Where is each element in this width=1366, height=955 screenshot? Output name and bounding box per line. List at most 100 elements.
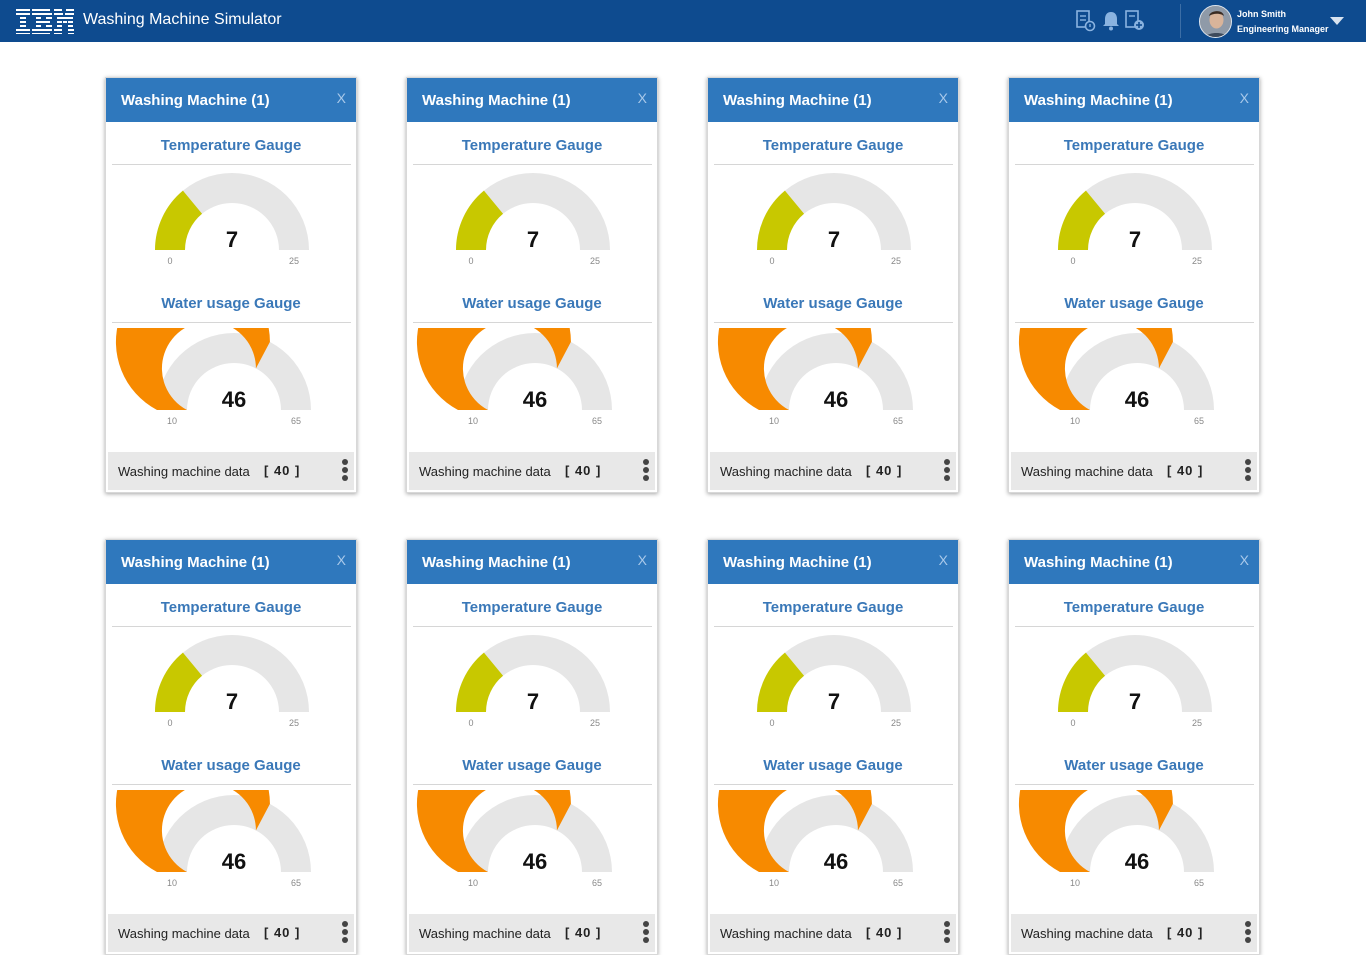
water-gauge-value: 46 bbox=[222, 387, 246, 412]
user-name: John Smith bbox=[1237, 9, 1286, 19]
water-gauge-min: 10 bbox=[1070, 416, 1080, 426]
water-gauge-max: 65 bbox=[291, 878, 301, 888]
card-header: Washing Machine (1) X bbox=[407, 78, 657, 122]
washing-machine-card: Washing Machine (1) X Temperature Gauge … bbox=[707, 539, 959, 955]
divider bbox=[112, 784, 351, 785]
card-footer: Washing machine data [ 40 ] bbox=[409, 452, 655, 490]
water-gauge: 46 10 65 bbox=[1019, 790, 1214, 888]
footer-label: Washing machine data bbox=[419, 464, 551, 479]
water-gauge-max: 65 bbox=[592, 416, 602, 426]
footer-label: Washing machine data bbox=[118, 926, 250, 941]
temperature-gauge-max: 25 bbox=[590, 256, 600, 266]
footer-label: Washing machine data bbox=[1021, 926, 1153, 941]
footer-label: Washing machine data bbox=[720, 464, 852, 479]
divider bbox=[1015, 164, 1254, 165]
close-button[interactable]: X bbox=[638, 552, 647, 568]
temperature-gauge: 7 0 25 bbox=[456, 635, 610, 728]
temperature-gauge-value: 7 bbox=[527, 227, 539, 252]
user-role: Engineering Manager bbox=[1237, 24, 1329, 34]
card-title: Washing Machine (1) bbox=[422, 92, 571, 109]
water-gauge: 46 10 65 bbox=[116, 328, 311, 426]
water-gauge-title: Water usage Gauge bbox=[161, 295, 301, 312]
app-title: Washing Machine Simulator bbox=[83, 11, 282, 28]
temperature-gauge-max: 25 bbox=[1192, 718, 1202, 728]
temperature-gauge-title: Temperature Gauge bbox=[762, 137, 904, 154]
water-gauge-min: 10 bbox=[167, 878, 177, 888]
temperature-gauge-max: 25 bbox=[1192, 256, 1202, 266]
water-gauge-max: 65 bbox=[893, 416, 903, 426]
card-header: Washing Machine (1) X bbox=[1009, 78, 1259, 122]
temperature-gauge-min: 0 bbox=[167, 256, 172, 266]
footer-value: [ 40 ] bbox=[1167, 925, 1204, 940]
washing-machine-card: Washing Machine (1) X Temperature Gauge … bbox=[105, 539, 357, 955]
close-button[interactable]: X bbox=[1240, 552, 1249, 568]
avatar[interactable] bbox=[1199, 5, 1232, 38]
card-title: Washing Machine (1) bbox=[1024, 554, 1173, 571]
water-gauge-min: 10 bbox=[468, 416, 478, 426]
temperature-gauge-min: 0 bbox=[468, 256, 473, 266]
temperature-gauge-min: 0 bbox=[769, 256, 774, 266]
user-photo bbox=[1200, 6, 1231, 37]
temperature-gauge: 7 0 25 bbox=[757, 173, 911, 266]
card-title: Washing Machine (1) bbox=[422, 554, 571, 571]
temperature-gauge: 7 0 25 bbox=[1058, 635, 1212, 728]
card-title: Washing Machine (1) bbox=[723, 554, 872, 571]
more-vertical-icon[interactable] bbox=[943, 921, 951, 947]
water-gauge: 46 10 65 bbox=[417, 328, 612, 426]
water-gauge-min: 10 bbox=[769, 416, 779, 426]
close-button[interactable]: X bbox=[939, 552, 948, 568]
more-vertical-icon[interactable] bbox=[1244, 459, 1252, 485]
water-gauge-max: 65 bbox=[1194, 878, 1204, 888]
close-button[interactable]: X bbox=[939, 90, 948, 106]
footer-value: [ 40 ] bbox=[565, 925, 602, 940]
top-bar: Washing Machine Simulator John Smith Eng… bbox=[0, 0, 1366, 42]
close-button[interactable]: X bbox=[337, 90, 346, 106]
close-button[interactable]: X bbox=[337, 552, 346, 568]
bell-icon[interactable] bbox=[1101, 10, 1121, 32]
more-vertical-icon[interactable] bbox=[1244, 921, 1252, 947]
temperature-gauge-max: 25 bbox=[289, 256, 299, 266]
water-gauge-title: Water usage Gauge bbox=[462, 757, 602, 774]
more-vertical-icon[interactable] bbox=[943, 459, 951, 485]
card-title: Washing Machine (1) bbox=[723, 92, 872, 109]
water-gauge-value: 46 bbox=[523, 387, 547, 412]
more-vertical-icon[interactable] bbox=[341, 921, 349, 947]
temperature-gauge-title: Temperature Gauge bbox=[1063, 137, 1205, 154]
more-vertical-icon[interactable] bbox=[642, 921, 650, 947]
reports-icon[interactable] bbox=[1076, 10, 1096, 32]
temperature-gauge-title: Temperature Gauge bbox=[160, 137, 302, 154]
divider bbox=[413, 784, 652, 785]
close-button[interactable]: X bbox=[1240, 90, 1249, 106]
water-gauge: 46 10 65 bbox=[718, 790, 913, 888]
card-footer: Washing machine data [ 40 ] bbox=[1011, 452, 1257, 490]
washing-machine-card: Washing Machine (1) X Temperature Gauge … bbox=[406, 77, 658, 493]
water-gauge-min: 10 bbox=[167, 416, 177, 426]
temperature-gauge-value: 7 bbox=[226, 227, 238, 252]
water-gauge: 46 10 65 bbox=[718, 328, 913, 426]
close-button[interactable]: X bbox=[638, 90, 647, 106]
more-vertical-icon[interactable] bbox=[341, 459, 349, 485]
water-gauge-title: Water usage Gauge bbox=[1064, 295, 1204, 312]
water-gauge-value: 46 bbox=[1125, 387, 1149, 412]
divider bbox=[1015, 784, 1254, 785]
divider bbox=[413, 322, 652, 323]
water-gauge: 46 10 65 bbox=[417, 790, 612, 888]
card-footer: Washing machine data [ 40 ] bbox=[108, 452, 354, 490]
more-vertical-icon[interactable] bbox=[642, 459, 650, 485]
divider bbox=[413, 164, 652, 165]
water-gauge: 46 10 65 bbox=[1019, 328, 1214, 426]
footer-value: [ 40 ] bbox=[866, 463, 903, 478]
footer-label: Washing machine data bbox=[1021, 464, 1153, 479]
temperature-gauge-max: 25 bbox=[289, 718, 299, 728]
chevron-down-icon[interactable] bbox=[1330, 17, 1344, 25]
water-gauge-title: Water usage Gauge bbox=[1064, 757, 1204, 774]
footer-value: [ 40 ] bbox=[1167, 463, 1204, 478]
ibm-logo bbox=[16, 9, 74, 34]
water-gauge-title: Water usage Gauge bbox=[763, 295, 903, 312]
washing-machine-card: Washing Machine (1) X Temperature Gauge … bbox=[105, 77, 357, 493]
card-footer: Washing machine data [ 40 ] bbox=[1011, 914, 1257, 952]
divider bbox=[112, 626, 351, 627]
temperature-gauge-max: 25 bbox=[590, 718, 600, 728]
add-document-icon[interactable] bbox=[1125, 10, 1145, 32]
washing-machine-card: Washing Machine (1) X Temperature Gauge … bbox=[1008, 539, 1260, 955]
